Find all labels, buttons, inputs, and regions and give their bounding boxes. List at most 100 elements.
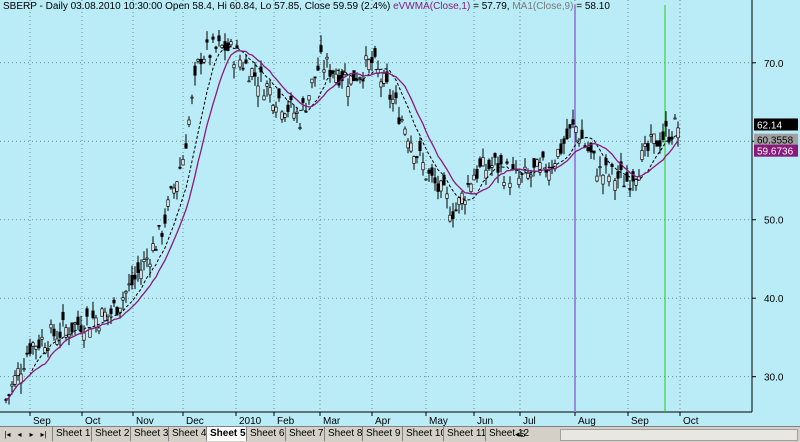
- candle-body: [40, 336, 44, 340]
- candle-body: [397, 117, 401, 124]
- candle-body: [181, 158, 185, 166]
- tab-sheet-1[interactable]: Sheet 1: [52, 427, 94, 441]
- candle-body: [370, 57, 374, 64]
- x-tick-label: Jul: [523, 416, 536, 426]
- candle-body: [103, 311, 107, 321]
- candle-body: [265, 83, 269, 87]
- candle-body: [133, 274, 137, 280]
- candle-body: [424, 178, 428, 181]
- candle-body: [562, 138, 566, 144]
- candle-body: [475, 168, 479, 179]
- candle-body: [616, 171, 620, 179]
- candle-body: [202, 58, 206, 63]
- candle-body: [205, 39, 209, 43]
- tab-sheet-2[interactable]: Sheet 2: [91, 427, 133, 441]
- candle-body: [97, 327, 101, 332]
- tab-sheet-6[interactable]: Sheet 6: [246, 427, 288, 441]
- next-sheet-button[interactable]: ▸: [26, 429, 37, 441]
- candle-body: [640, 150, 644, 161]
- candle-body: [160, 232, 164, 237]
- candle-body: [262, 95, 266, 101]
- candle-body: [289, 95, 293, 101]
- candle-body: [151, 243, 155, 252]
- x-tick-label: Mar: [323, 416, 341, 426]
- price-chart[interactable]: 30.040.050.060.070.0SepOctNovDec2010FebM…: [0, 0, 800, 426]
- candle-body: [22, 368, 26, 371]
- candle-body: [457, 197, 461, 206]
- candle-body: [649, 134, 653, 137]
- candle-body: [520, 173, 524, 175]
- candle-body: [25, 352, 29, 355]
- candle-body: [676, 127, 680, 139]
- x-tick-label: 2010: [239, 416, 262, 426]
- candle-body: [106, 314, 110, 318]
- candle-body: [118, 307, 122, 313]
- y-tick-label: 70.0: [764, 59, 784, 70]
- candle-body: [478, 158, 482, 167]
- candle-body: [499, 155, 503, 165]
- candle-body: [112, 299, 116, 304]
- plot-background: [0, 0, 752, 412]
- candle-body: [526, 172, 530, 179]
- tab-sheet-8[interactable]: Sheet 8: [324, 427, 366, 441]
- tab-sheet-11[interactable]: Sheet 11: [443, 427, 490, 441]
- candle-body: [184, 143, 188, 149]
- candle-body: [127, 283, 131, 286]
- candle-body: [295, 111, 299, 114]
- chart-area[interactable]: 30.040.050.060.070.0SepOctNovDec2010FebM…: [0, 0, 800, 426]
- candle-body: [13, 375, 17, 385]
- candle-body: [403, 128, 407, 135]
- candle-body: [595, 175, 599, 182]
- y-tick-label: 40.0: [764, 294, 784, 305]
- candle-body: [529, 174, 533, 178]
- tab-sheet-5[interactable]: Sheet 5: [206, 427, 249, 441]
- candle-body: [673, 117, 677, 120]
- x-tick-label: Sep: [33, 416, 51, 426]
- tab-sheet-7[interactable]: Sheet 7: [285, 427, 327, 441]
- tab-sheet-9[interactable]: Sheet 9: [362, 427, 404, 441]
- x-tick-label: Dec: [186, 416, 204, 426]
- candle-body: [439, 180, 443, 192]
- candle-body: [565, 128, 569, 140]
- candle-body: [145, 257, 149, 260]
- candle-body: [85, 308, 89, 317]
- candle-body: [358, 77, 362, 79]
- tab-sheet-3[interactable]: Sheet 3: [130, 427, 172, 441]
- tab-sheet-4[interactable]: Sheet 4: [168, 427, 210, 441]
- candle-body: [208, 55, 212, 58]
- candle-body: [466, 183, 470, 185]
- candle-body: [16, 368, 20, 376]
- candle-body: [193, 65, 197, 76]
- candle: [487, 158, 491, 171]
- first-sheet-button[interactable]: |◂: [2, 429, 13, 441]
- candle-body: [460, 192, 464, 204]
- candle-body: [325, 56, 329, 60]
- candle-body: [220, 44, 224, 48]
- candle-body: [301, 98, 305, 103]
- candle-body: [505, 161, 509, 164]
- prev-sheet-button[interactable]: ◂: [14, 429, 25, 441]
- candle-body: [319, 45, 323, 52]
- candle-body: [547, 170, 551, 181]
- candle-body: [568, 124, 572, 129]
- x-tick-label: Oct: [85, 416, 101, 426]
- horizontal-scrollbar[interactable]: [560, 429, 798, 441]
- candle-body: [391, 98, 395, 104]
- candle-body: [109, 308, 113, 315]
- candle-body: [76, 316, 80, 326]
- candle-body: [283, 113, 287, 118]
- candle-body: [604, 158, 608, 166]
- candle-body: [214, 46, 218, 49]
- candle-body: [607, 175, 611, 183]
- candle-body: [556, 148, 560, 157]
- last-sheet-button[interactable]: ▸|: [38, 429, 49, 441]
- x-tick-label: Apr: [375, 416, 391, 426]
- candle-body: [655, 140, 659, 147]
- tab-sheet-10[interactable]: Sheet 10: [402, 427, 450, 441]
- candle-body: [70, 322, 74, 333]
- candle-body: [55, 338, 59, 345]
- last-close-badge: 62.14: [754, 118, 798, 131]
- tab-overflow-indicator[interactable]: ◂S: [515, 428, 526, 441]
- candle-body: [364, 55, 368, 61]
- candle-body: [238, 59, 242, 68]
